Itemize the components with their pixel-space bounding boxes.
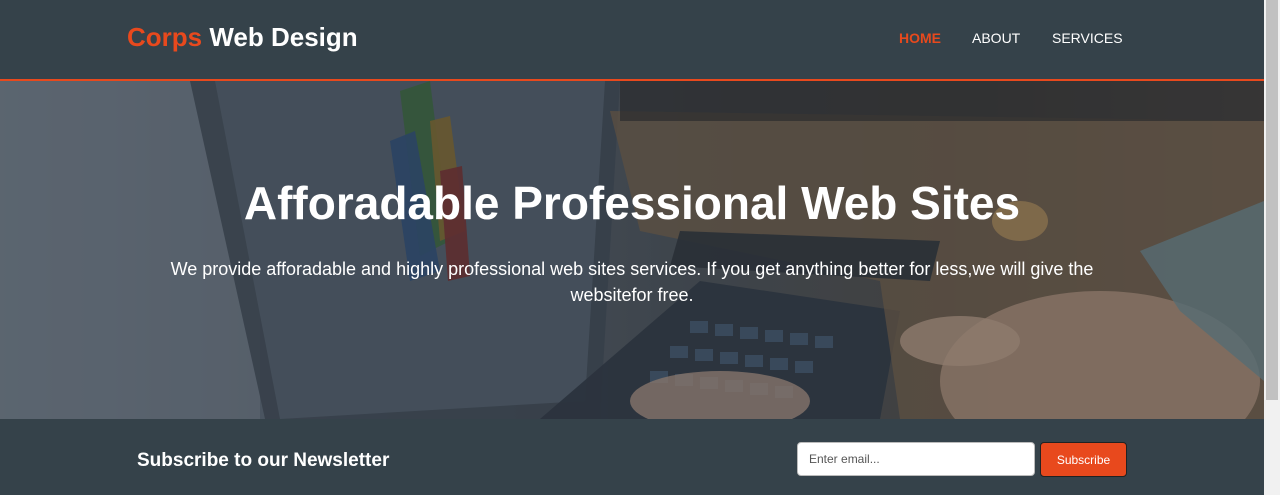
- hero-description: We provide afforadable and highly profes…: [170, 259, 1094, 305]
- site-header: Corps Web Design HOME ABOUT SERVICES: [0, 0, 1264, 81]
- main-nav: HOME ABOUT SERVICES: [0, 30, 1264, 50]
- newsletter-heading: Subscribe to our Newsletter: [137, 450, 390, 471]
- email-input[interactable]: [797, 442, 1035, 476]
- nav-home-link[interactable]: HOME: [899, 30, 941, 46]
- page-scrollbar[interactable]: [1264, 0, 1280, 495]
- hero-showcase: Afforadable Professional Web Sites We pr…: [0, 81, 1264, 419]
- hero-overlay: [0, 81, 1264, 419]
- nav-about-link[interactable]: ABOUT: [972, 30, 1020, 46]
- scrollbar-thumb[interactable]: [1266, 0, 1278, 400]
- page: Corps Web Design HOME ABOUT SERVICES Aff…: [0, 0, 1280, 495]
- hero-title: Afforadable Professional Web Sites: [243, 177, 1021, 229]
- newsletter-section: Subscribe to our Newsletter Subscribe: [0, 419, 1264, 495]
- nav-services-link[interactable]: SERVICES: [1052, 30, 1123, 46]
- subscribe-button[interactable]: Subscribe: [1040, 442, 1127, 477]
